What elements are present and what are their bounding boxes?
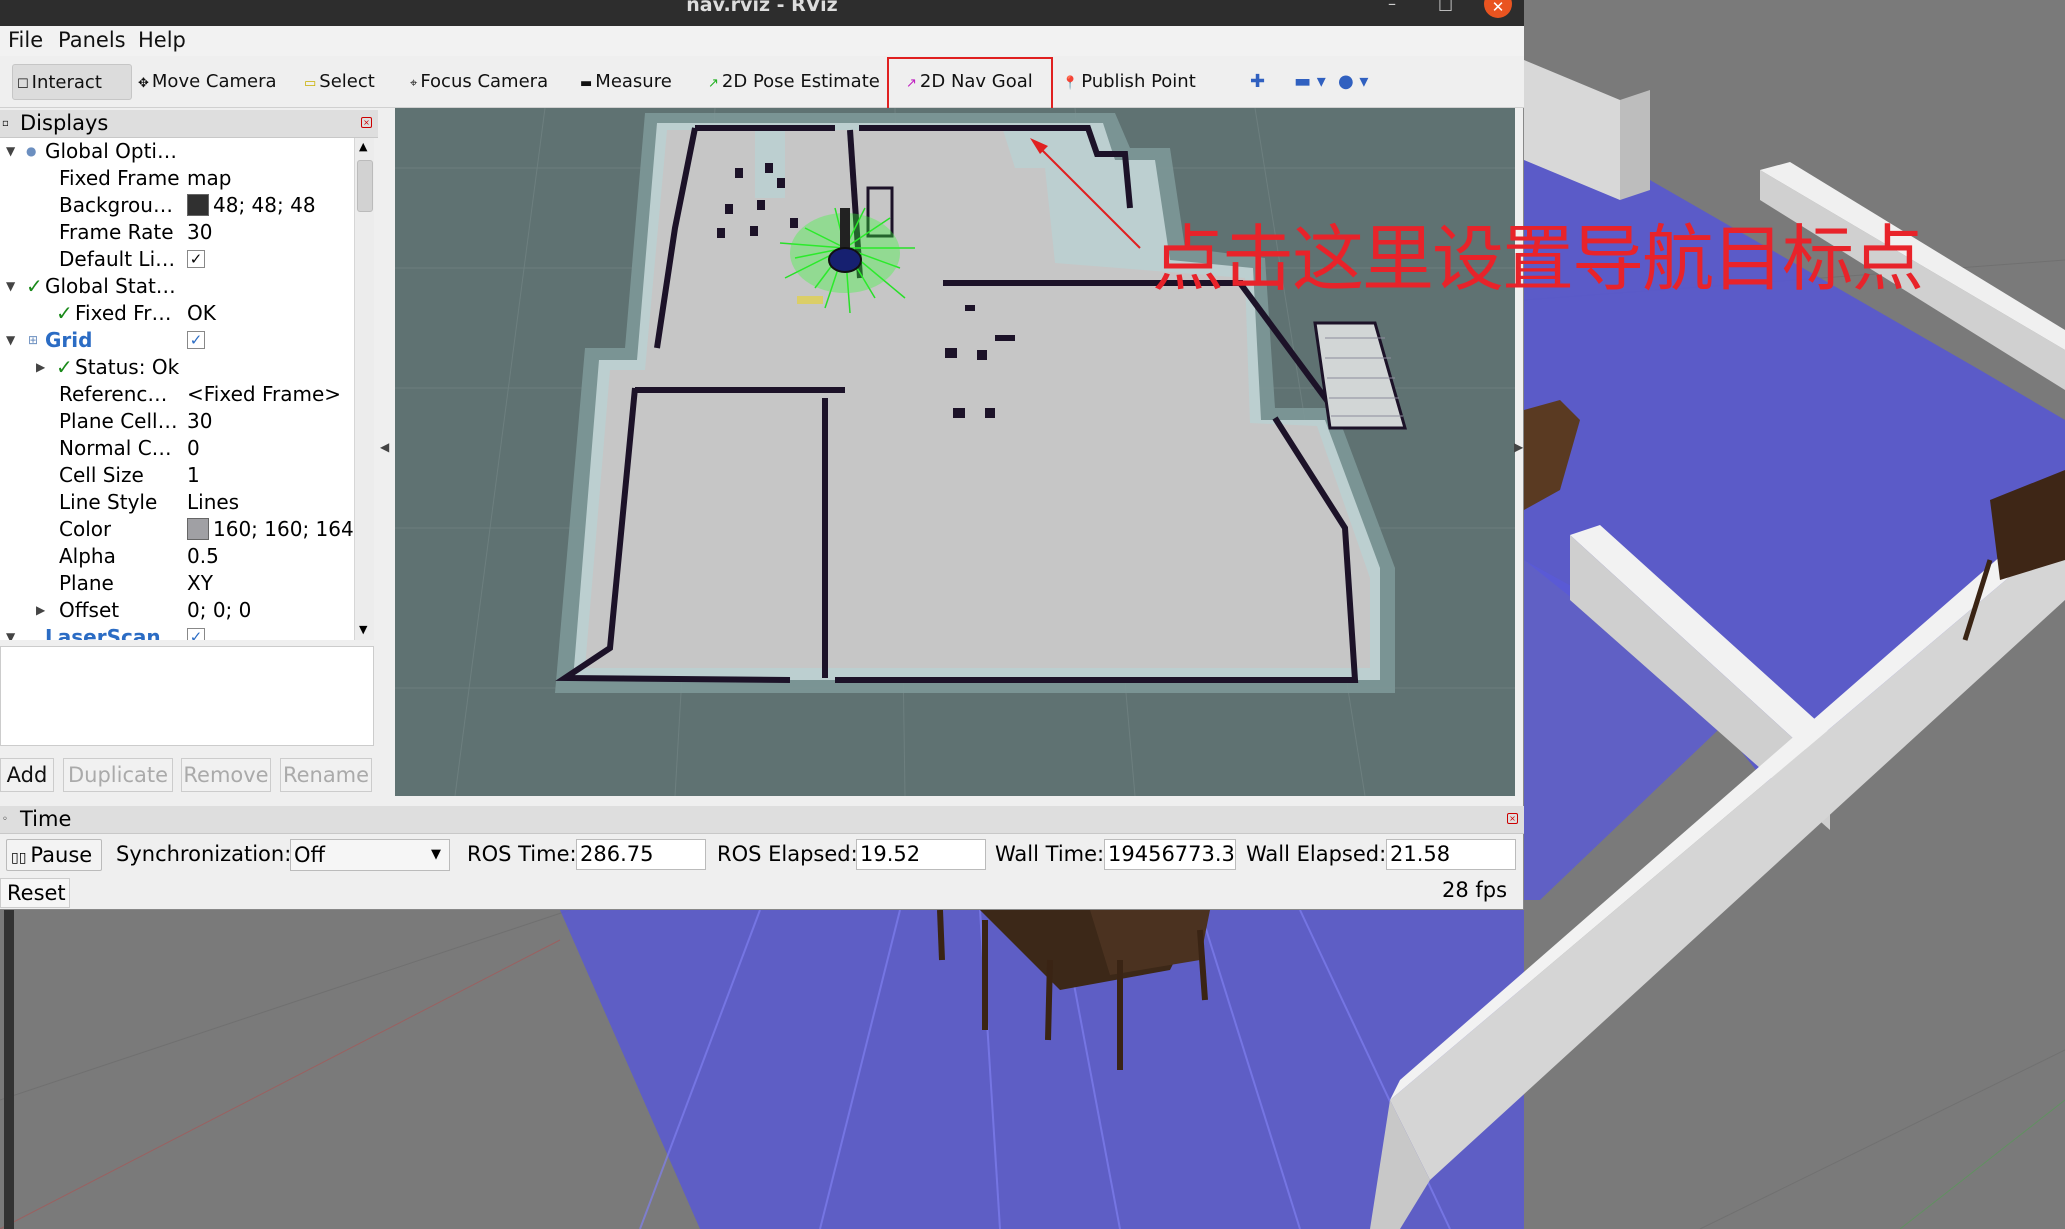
annotation-arrow [1030, 138, 1141, 249]
annotation-text: 点击这里设置导航目标点 [1152, 217, 1924, 301]
screen: nav.rviz - RViz – □ ✕ File Panels Help ☐… [0, 0, 2065, 1229]
